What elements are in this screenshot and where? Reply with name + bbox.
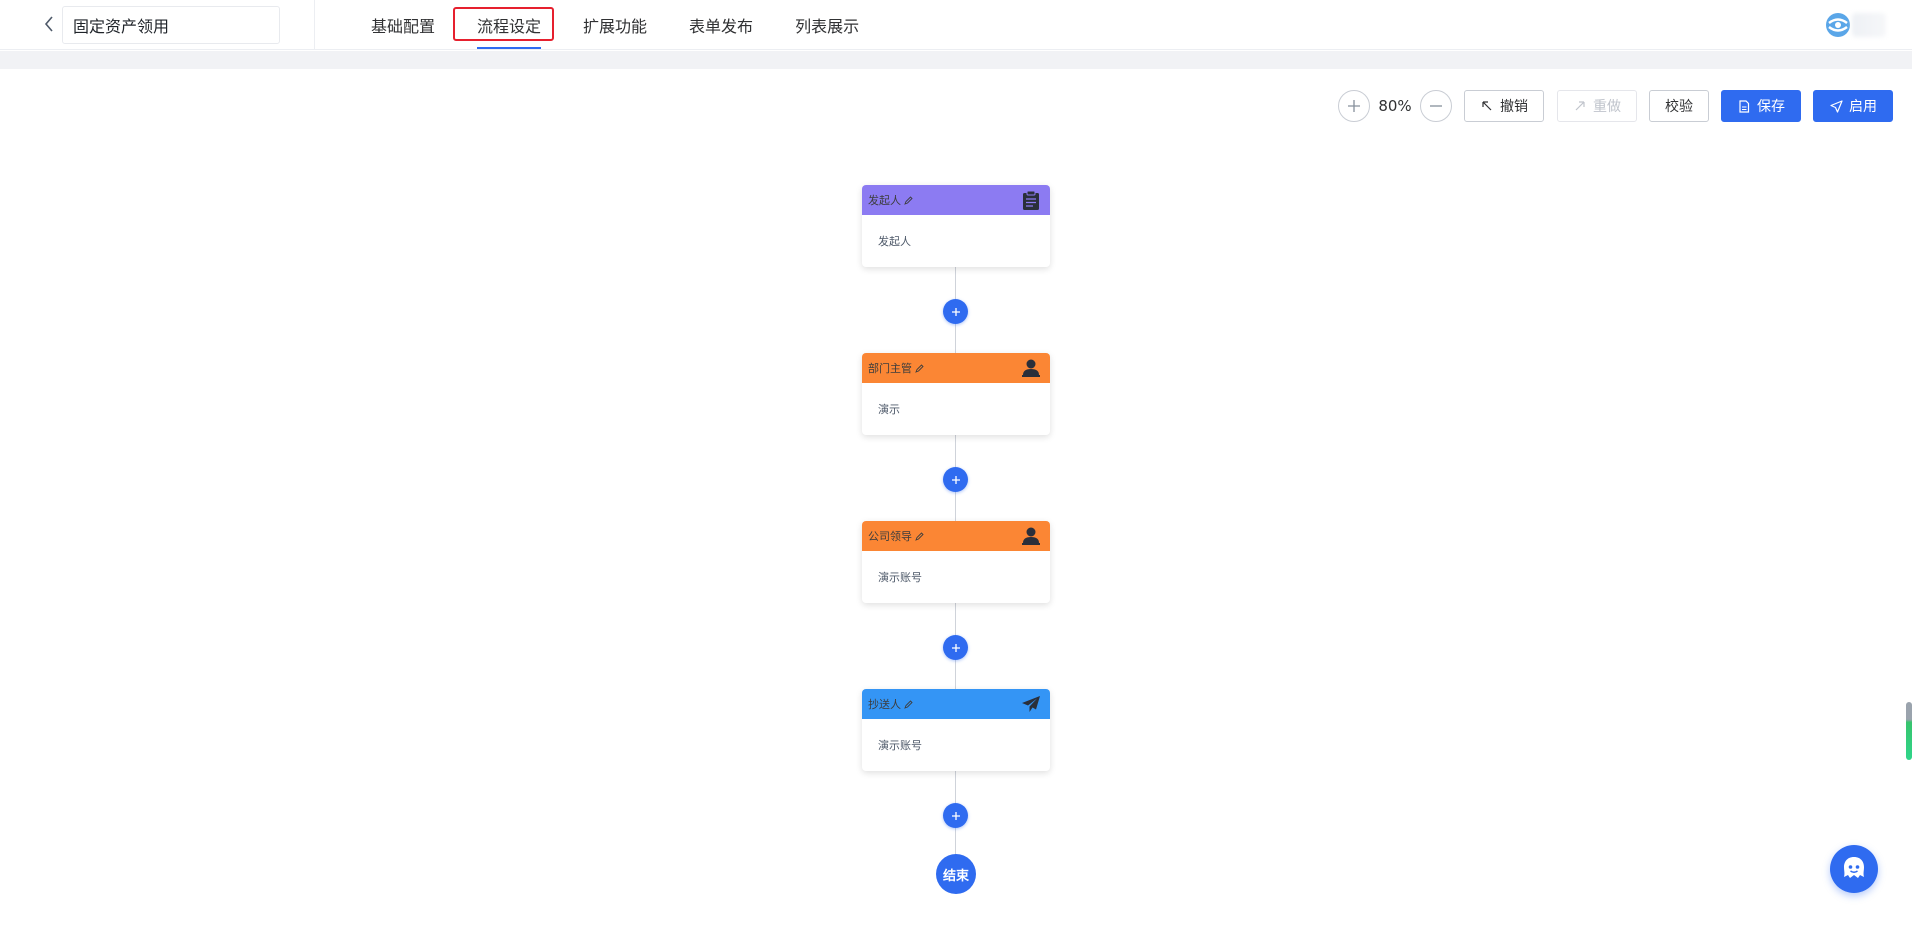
node-header: 发起人 <box>862 185 1050 215</box>
flow-node-department-head[interactable]: 部门主管 演示 <box>862 353 1050 435</box>
node-header: 抄送人 <box>862 689 1050 719</box>
enable-button[interactable]: 启用 <box>1813 90 1893 122</box>
edit-pencil-icon[interactable] <box>904 699 913 709</box>
tab-label: 扩展功能 <box>583 17 648 36</box>
node-header: 部门主管 <box>862 353 1050 383</box>
node-title: 抄送人 <box>868 698 901 711</box>
node-content: 演示账号 <box>878 571 922 584</box>
node-content: 发起人 <box>878 235 911 248</box>
undo-button[interactable]: 撤销 <box>1464 90 1544 122</box>
assistant-robot-icon <box>1844 857 1864 878</box>
tab-extensions[interactable]: 扩展功能 <box>562 0 668 50</box>
tab-basic-config[interactable]: 基础配置 <box>350 0 456 50</box>
arrow-up-left-icon <box>1480 99 1494 113</box>
plus-icon <box>951 811 960 820</box>
end-label: 结束 <box>942 868 969 884</box>
clipboard-icon <box>1020 189 1042 211</box>
tab-list-display[interactable]: 列表展示 <box>774 0 880 50</box>
node-body: 演示账号 <box>862 551 1050 603</box>
tab-form-publish[interactable]: 表单发布 <box>668 0 774 50</box>
logo-text-blurred <box>1852 13 1886 37</box>
plus-icon <box>1348 100 1360 112</box>
node-content: 演示账号 <box>878 739 922 752</box>
user-icon <box>1020 525 1042 547</box>
add-node-button[interactable] <box>943 467 968 492</box>
add-node-button[interactable] <box>943 803 968 828</box>
form-title-field[interactable]: 固定资产领用 <box>62 6 280 44</box>
tab-label: 流程设定 <box>477 17 542 36</box>
edit-pencil-icon[interactable] <box>915 531 924 541</box>
validate-button[interactable]: 校验 <box>1649 90 1709 122</box>
add-node-button[interactable] <box>943 635 968 660</box>
form-title: 固定资产领用 <box>73 17 170 36</box>
node-header: 公司领导 <box>862 521 1050 551</box>
node-body: 演示 <box>862 383 1050 435</box>
tab-label: 基础配置 <box>371 17 436 36</box>
redo-button[interactable]: 重做 <box>1557 90 1637 122</box>
connector-line <box>955 324 956 354</box>
arrow-up-right-icon <box>1573 99 1587 113</box>
connector-line <box>955 660 956 690</box>
help-assistant-button[interactable] <box>1830 845 1878 893</box>
save-button[interactable]: 保存 <box>1721 90 1801 122</box>
add-node-button[interactable] <box>943 299 968 324</box>
connector-line <box>955 492 956 522</box>
chevron-left-icon <box>44 16 53 32</box>
header-divider <box>314 0 315 50</box>
paper-plane-icon <box>1020 693 1042 715</box>
plus-icon <box>951 307 960 316</box>
flow-end-node: 结束 <box>936 854 976 894</box>
node-body: 演示账号 <box>862 719 1050 771</box>
logo <box>1822 11 1854 39</box>
save-label: 保存 <box>1757 99 1785 115</box>
node-content: 演示 <box>878 403 900 416</box>
main-tabs: 基础配置 流程设定 扩展功能 表单发布 列表展示 <box>350 0 880 50</box>
flow-node-initiator[interactable]: 发起人 发起人 <box>862 185 1050 267</box>
zoom-out-button[interactable] <box>1420 90 1452 122</box>
vertical-scrollbar[interactable] <box>1906 702 1912 760</box>
connector-line <box>955 828 956 856</box>
minus-icon <box>1430 105 1442 107</box>
back-button[interactable] <box>38 12 60 36</box>
zoom-level: 80% <box>1378 97 1412 115</box>
undo-label: 撤销 <box>1500 99 1528 115</box>
flow-node-cc[interactable]: 抄送人 演示账号 <box>862 689 1050 771</box>
edit-pencil-icon[interactable] <box>915 363 924 373</box>
top-header: 固定资产领用 基础配置 流程设定 扩展功能 表单发布 列表展示 <box>0 0 1912 50</box>
user-icon <box>1020 357 1042 379</box>
tab-label: 列表展示 <box>795 17 860 36</box>
zoom-in-button[interactable] <box>1338 90 1370 122</box>
node-title: 发起人 <box>868 194 901 207</box>
plus-icon <box>951 643 960 652</box>
tab-label: 表单发布 <box>689 17 754 36</box>
flow-node-company-leader[interactable]: 公司领导 演示账号 <box>862 521 1050 603</box>
logo-icon <box>1826 13 1850 37</box>
edit-pencil-icon[interactable] <box>904 195 913 205</box>
enable-label: 启用 <box>1849 99 1877 115</box>
redo-label: 重做 <box>1593 99 1621 115</box>
validate-label: 校验 <box>1665 99 1693 115</box>
send-icon <box>1829 99 1843 113</box>
node-title: 公司领导 <box>868 530 912 543</box>
node-body: 发起人 <box>862 215 1050 267</box>
tab-flow-settings[interactable]: 流程设定 <box>456 0 562 50</box>
node-title: 部门主管 <box>868 362 912 375</box>
document-icon <box>1737 99 1751 113</box>
plus-icon <box>951 475 960 484</box>
gray-band <box>0 51 1912 69</box>
